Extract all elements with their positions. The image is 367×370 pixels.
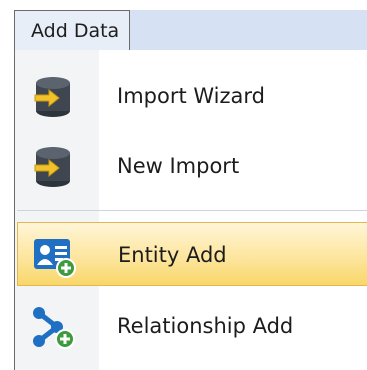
add-data-dropdown-menu: Import Wizard New Import Entity Add Rela… [14,50,367,370]
menu-item-label: New Import [117,154,240,178]
menu-item-label: Entity Add [118,243,227,267]
entity-card-add-icon [34,239,76,278]
menu-item-relationship-add[interactable]: Relationship Add [17,294,367,358]
menu-separator [17,210,367,211]
add-data-menu-title[interactable]: Add Data [14,10,131,50]
database-import-icon [34,77,70,117]
menu-item-label: Relationship Add [117,314,294,338]
relationship-add-icon [33,307,75,349]
menu-item-import-wizard[interactable]: Import Wizard [17,64,367,128]
menu-title-text: Add Data [31,19,120,42]
menu-item-entity-add[interactable]: Entity Add [17,222,367,286]
menu-item-label: Import Wizard [117,84,265,108]
menu-item-new-import[interactable]: New Import [17,134,367,198]
database-import-icon [34,147,70,187]
menu-bar: Add Data [14,10,367,51]
